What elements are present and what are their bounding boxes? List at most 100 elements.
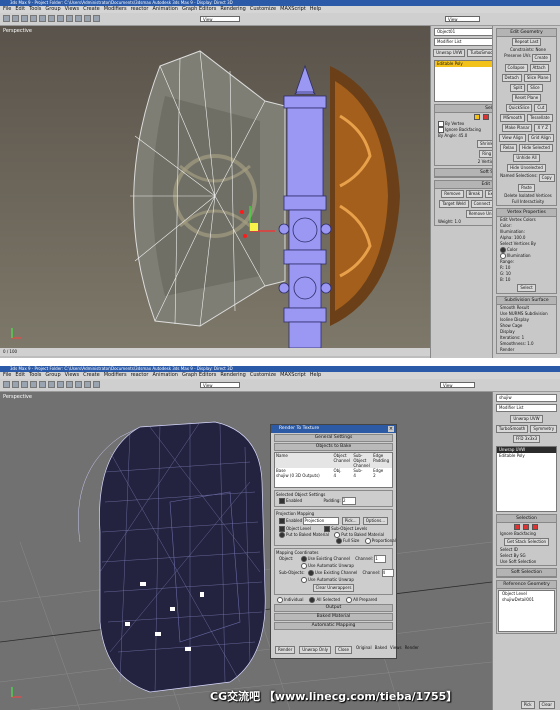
menu-create[interactable]: Create (83, 6, 100, 13)
symmetry-button[interactable]: Symmetry (530, 425, 558, 433)
menu-animation[interactable]: Animation (152, 372, 178, 379)
general-settings-header[interactable]: General Settings (274, 434, 393, 442)
select-icon[interactable] (48, 381, 55, 388)
rect-select-icon[interactable] (66, 381, 73, 388)
hide-selected-button[interactable]: Hide Selected (519, 144, 553, 152)
full-size-radio[interactable] (336, 538, 342, 544)
edge-icon[interactable] (523, 524, 529, 530)
menu-maxscript[interactable]: MAXScript (280, 6, 306, 13)
detach-button[interactable]: Detach (501, 74, 522, 82)
rotate-icon[interactable] (84, 381, 91, 388)
ffd-button[interactable]: FFD 3x3x3 (512, 435, 541, 443)
modifier-list-dropdown[interactable]: Modifier List (496, 404, 557, 412)
selection-header[interactable]: Selection (497, 515, 556, 523)
remove-button[interactable]: Remove (441, 190, 464, 198)
target-weld-button[interactable]: Target Weld (439, 200, 469, 208)
menu-modifiers[interactable]: Modifiers (104, 6, 127, 13)
vertex-properties-header[interactable]: Vertex Properties (497, 209, 556, 217)
menu-edit[interactable]: Edit (15, 6, 25, 13)
slice-button[interactable]: Slice (527, 84, 543, 92)
pick-button[interactable]: Pick... (341, 517, 360, 525)
coordinate-dropdown[interactable]: View (200, 16, 240, 22)
individual-option[interactable]: Individual (277, 597, 303, 603)
proportional-radio[interactable] (364, 538, 371, 544)
soft-selection-header[interactable]: Soft Selection (497, 569, 556, 577)
options-button[interactable]: Options... (362, 517, 389, 525)
link-icon[interactable] (21, 381, 28, 388)
unhide-all-button[interactable]: Unhide All (513, 154, 540, 162)
scale-icon[interactable] (93, 381, 100, 388)
edit-geometry-header[interactable]: Edit Geometry (497, 29, 556, 37)
close-button[interactable]: Close (335, 646, 352, 654)
select-icon[interactable] (48, 15, 55, 22)
render-button[interactable]: Render (275, 646, 296, 654)
turbosmooth-button[interactable]: TurboSmooth (495, 425, 529, 433)
objects-to-bake-header[interactable]: Objects to Bake (274, 443, 393, 451)
redo-icon[interactable] (12, 381, 19, 388)
menu-reactor[interactable]: reactor (131, 372, 149, 379)
relax-button[interactable]: Relax (500, 144, 518, 152)
projection-enabled-checkbox[interactable] (279, 518, 285, 524)
reference-object-item[interactable]: shujiwDetail001 (499, 597, 554, 603)
menu-file[interactable]: File (3, 6, 11, 13)
hide-unselected-button[interactable]: Hide Unselected (507, 164, 546, 172)
menu-edit[interactable]: Edit (15, 372, 25, 379)
edge-icon[interactable] (483, 114, 489, 120)
quickslice-button[interactable]: QuickSlice (505, 104, 533, 112)
create-button[interactable]: Create (531, 54, 551, 62)
rotate-icon[interactable] (84, 15, 91, 22)
menu-customize[interactable]: Customize (250, 372, 276, 379)
baked-material-header[interactable]: Baked Material (274, 613, 393, 621)
xyz-buttons[interactable]: X Y Z (534, 124, 551, 132)
unwrap-only-button[interactable]: Unwrap Only (299, 646, 332, 654)
bind-icon[interactable] (39, 15, 46, 22)
menu-views[interactable]: Views (65, 372, 79, 379)
face-icon[interactable] (532, 524, 538, 530)
table-row[interactable]: shujiw (0 3D Outputs) 4 4 2 (275, 473, 392, 478)
reference-geometry-header[interactable]: Reference Geometry (497, 581, 556, 589)
unlink-icon[interactable] (30, 381, 37, 388)
subdivision-header[interactable]: Subdivision Surface (497, 297, 556, 305)
collapse-button[interactable]: Collapse (504, 64, 528, 72)
view-align-button[interactable]: View Align (499, 134, 527, 142)
menu-views[interactable]: Views (65, 6, 79, 13)
bind-icon[interactable] (39, 381, 46, 388)
repeat-last-button[interactable]: Repeat Last (511, 38, 542, 46)
move-icon[interactable] (75, 15, 82, 22)
undo-icon[interactable] (3, 381, 10, 388)
scale-icon[interactable] (93, 15, 100, 22)
slice-plane-button[interactable]: Slice Plane (523, 74, 552, 82)
menu-animation[interactable]: Animation (152, 6, 178, 13)
channel-field[interactable]: 1 (374, 555, 387, 563)
automatic-mapping-header[interactable]: Automatic Mapping (274, 622, 393, 630)
enabled-checkbox[interactable] (279, 498, 285, 504)
menu-help[interactable]: Help (310, 6, 321, 13)
copy-button[interactable]: Copy (538, 174, 555, 182)
menu-group[interactable]: Group (45, 6, 60, 13)
redo-icon[interactable] (12, 15, 19, 22)
sub-existing-radio[interactable] (307, 570, 314, 576)
make-planar-button[interactable]: Make Planar (502, 124, 533, 132)
menu-maxscript[interactable]: MAXScript (280, 372, 306, 379)
get-stack-selection-button[interactable]: Get Stack Selection (503, 538, 550, 546)
menu-rendering[interactable]: Rendering (220, 6, 246, 13)
break-button[interactable]: Break (465, 190, 484, 198)
close-icon[interactable]: × (388, 426, 394, 432)
selection-set-dropdown[interactable]: View (445, 16, 480, 22)
time-slider-readout[interactable]: 0 / 100 (3, 349, 17, 354)
link-icon[interactable] (21, 15, 28, 22)
selection-set-dropdown[interactable]: View (440, 382, 475, 388)
grid-align-button[interactable]: Grid Align (528, 134, 554, 142)
vertex-icon[interactable] (474, 114, 480, 120)
viewport-perspective[interactable]: Perspective (0, 392, 492, 710)
channel-field-2[interactable]: 4 (381, 569, 394, 577)
output-header[interactable]: Output (274, 604, 393, 612)
undo-icon[interactable] (3, 15, 10, 22)
select-button[interactable]: Select (517, 284, 536, 292)
clear-unwrappers-button[interactable]: Clear Unwrappers (312, 584, 355, 592)
menu-modifiers[interactable]: Modifiers (104, 372, 127, 379)
tessellate-button[interactable]: Tessellate (527, 114, 553, 122)
projection-dropdown[interactable]: Projection (303, 517, 340, 525)
unwrap-uvw-button[interactable]: Unwrap UVW (433, 49, 466, 57)
move-icon[interactable] (75, 381, 82, 388)
